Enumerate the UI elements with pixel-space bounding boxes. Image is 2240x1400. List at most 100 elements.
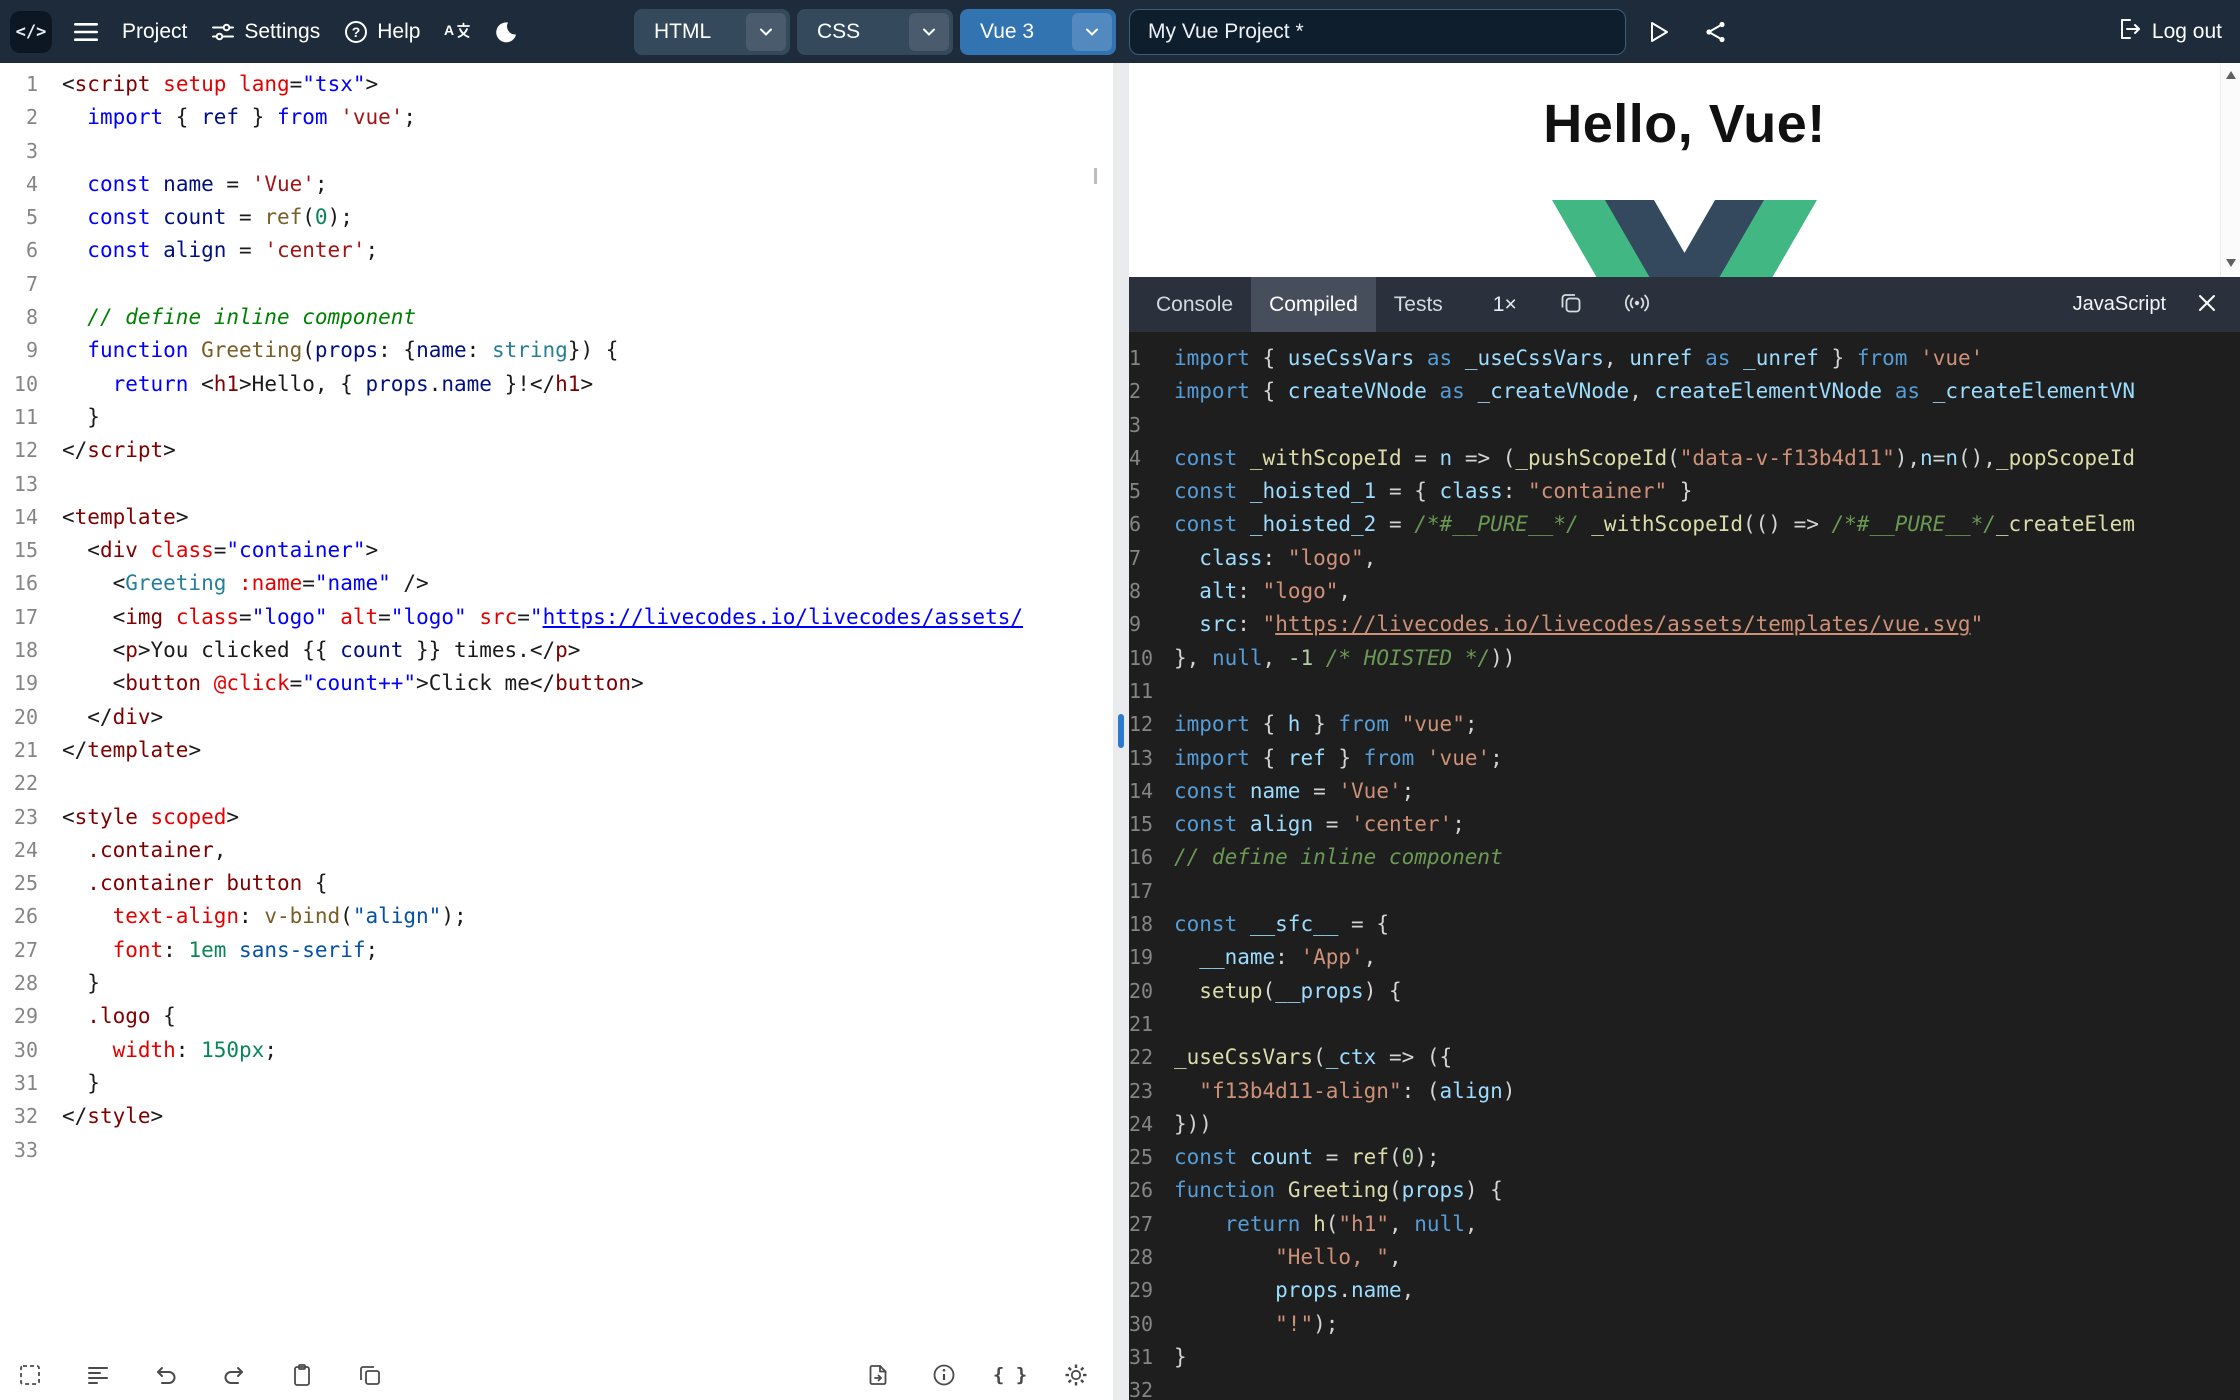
dark-mode-toggle[interactable] [492,9,520,55]
editor-settings-button[interactable] [1063,1362,1089,1388]
code-line: 3 [0,135,1113,168]
code-text: <script setup lang="tsx"> [62,72,379,96]
code-line: 16 // define inline component [1129,841,2240,874]
line-number: 5 [1129,479,1142,504]
code-line: 6 const _hoisted_2 = /*#__PURE__*/ _withS… [1129,508,2240,541]
line-number: 12 [13,438,38,463]
settings-menu-button[interactable]: Settings [209,9,322,55]
css-editor-select[interactable]: CSS [797,8,953,55]
code-text: <template> [62,504,189,529]
line-number: 7 [25,271,38,296]
help-icon: ? [344,20,368,44]
line-number: 24 [13,837,38,862]
line-number: 20 [13,704,38,729]
project-title-input[interactable]: My Vue Project * [1129,8,1626,55]
tab-tests[interactable]: Tests [1376,277,1461,332]
code-line: 12 import { h } from "vue"; [1129,708,2240,741]
html-editor-select[interactable]: HTML [634,8,790,55]
redo-icon [221,1363,247,1387]
code-text: </script> [62,438,176,463]
translate-button[interactable]: A [442,9,472,55]
redo-button[interactable] [221,1362,247,1388]
code-line: 8 // define inline component [0,301,1113,334]
code-line: 18 const __sfc__ = { [1129,908,2240,941]
menu-button[interactable] [72,9,100,55]
pane-divider[interactable] [1113,63,1129,1400]
line-number: 16 [13,571,38,596]
preview-zoom-button[interactable]: 1× [1487,293,1523,317]
code-text: function Greeting(props) { [1174,1178,1503,1203]
code-line: 4 const name = 'Vue'; [0,168,1113,201]
code-line: 23 <style scoped> [0,801,1113,834]
code-text: setup(__props) { [1199,978,1402,1003]
code-line: 8 alt: "logo", [1129,575,2240,608]
run-button[interactable] [1645,9,1673,55]
source-code-editor[interactable]: 1 <script setup lang="tsx"> 2 import { ref… [0,63,1113,1167]
code-line: 21 </template> [0,734,1113,767]
close-console-button[interactable] [2192,290,2222,320]
line-number: 30 [1129,1311,1154,1336]
line-number: 18 [13,638,38,663]
line-number: 23 [13,804,38,829]
broadcast-icon [1623,291,1651,318]
code-line: 11 [1129,675,2240,708]
code-line: 33 [0,1134,1113,1167]
css-select-label: CSS [817,19,861,43]
code-line: 7 class: "logo", [1129,542,2240,575]
code-text: </template> [62,737,202,762]
format-button[interactable] [85,1362,111,1388]
code-line: 5 const _hoisted_1 = { class: "container"… [1129,475,2240,508]
divider-drag-handle[interactable] [1118,714,1124,748]
duplicate-preview-button[interactable] [1553,287,1589,323]
selection-icon [18,1363,42,1387]
info-button[interactable] [931,1362,957,1388]
undo-button[interactable] [153,1362,179,1388]
code-text: "f13b4d11-align": (align) [1199,1078,1516,1103]
share-button[interactable] [1702,9,1730,55]
code-line: 11 } [0,401,1113,434]
duplicate-icon [1559,291,1583,318]
broadcast-button[interactable] [1619,287,1655,323]
editor-toolbar: { } [0,1350,1113,1400]
tab-console[interactable]: Console [1138,277,1251,332]
line-number: 10 [13,371,38,396]
line-number: 23 [1129,1078,1154,1103]
preview-scrollbar[interactable] [2220,63,2240,277]
line-number: 18 [1129,912,1154,937]
code-line: 19 __name: 'App', [1129,941,2240,974]
paste-button[interactable] [289,1362,315,1388]
line-number: 21 [13,737,38,762]
line-number: 4 [25,171,38,196]
scroll-up-arrow-icon[interactable] [2226,71,2236,79]
code-line: 9 function Greeting(props: {name: string… [0,334,1113,367]
code-text: import { useCssVars as _useCssVars, unre… [1174,346,1984,370]
code-text: .container, [87,837,227,862]
line-number: 11 [13,404,38,429]
compiled-code-editor[interactable]: 1 import { useCssVars as _useCssVars, unr… [1129,332,2240,1400]
line-number: 10 [1129,645,1154,670]
livecodes-logo-icon[interactable]: </> [10,10,52,53]
scroll-down-arrow-icon[interactable] [2226,259,2236,267]
code-line: 2 import { createVNode as _createVNode, c… [1129,375,2240,408]
svg-text:A: A [444,22,454,38]
code-text: const _withScopeId = n => (_pushScopeId(… [1174,445,2135,470]
custom-settings-button[interactable]: { } [993,1362,1027,1388]
tab-compiled[interactable]: Compiled [1251,277,1376,332]
focus-select-button[interactable] [17,1362,43,1388]
logout-button[interactable]: Log out [2118,17,2222,47]
project-menu-button[interactable]: Project [120,9,189,55]
logout-icon [2118,17,2142,47]
export-button[interactable] [865,1362,891,1388]
code-text: import { createVNode as _createVNode, cr… [1174,379,2135,404]
clipboard-icon [290,1363,314,1387]
line-number: 29 [13,1004,38,1029]
help-menu-button[interactable]: ? Help [342,9,422,55]
script-editor-select-vue3[interactable]: Vue 3 [960,8,1116,55]
code-line: 28 } [0,967,1113,1000]
code-text: } [62,971,100,996]
result-preview: Hello, Vue! [1129,63,2240,277]
line-number: 25 [1129,1145,1154,1170]
code-line: 28 "Hello, ", [1129,1241,2240,1274]
copy-button[interactable] [357,1362,383,1388]
